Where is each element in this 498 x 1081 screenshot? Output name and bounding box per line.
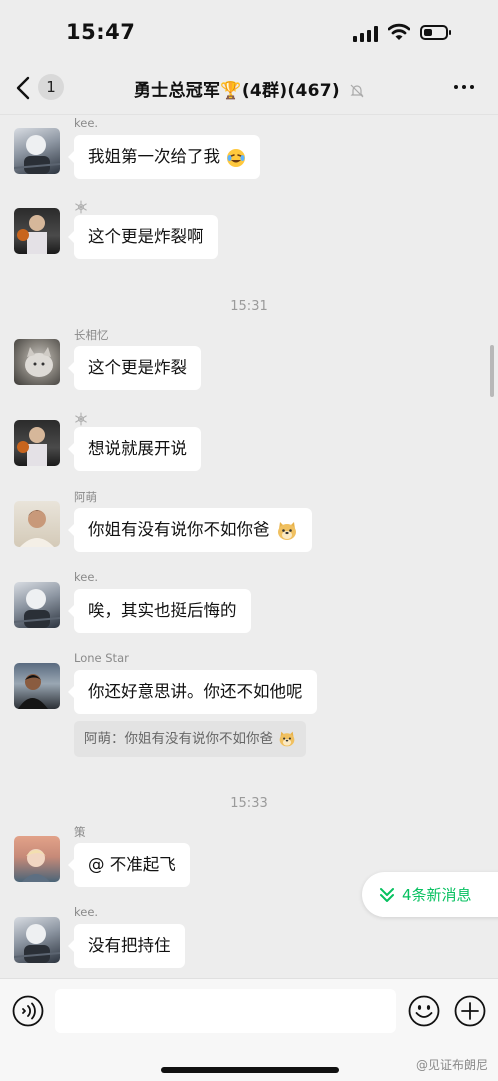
message-text: 你姐有没有说你不如你爸 <box>88 520 270 539</box>
message-bubble[interactable]: 这个更是炸裂 <box>68 346 201 390</box>
message-text: 唉，其实也挺后悔的 <box>88 601 237 620</box>
avatar-figure-icon <box>14 135 60 174</box>
scrollbar[interactable] <box>490 345 494 397</box>
chat-header: 1 勇士总冠军🏆(4群)(467) <box>0 64 498 115</box>
avatar-figure-icon <box>17 215 47 254</box>
message-text: 我姐第一次给了我 <box>88 147 220 166</box>
chat-title: 勇士总冠军🏆(4群)(467) <box>133 81 340 101</box>
avatar[interactable] <box>14 339 60 385</box>
sender-name: kee. <box>74 116 99 130</box>
mute-bell-icon <box>350 84 364 98</box>
avatar[interactable] <box>14 582 60 628</box>
crying-laughing-emoji <box>227 148 246 167</box>
voice-input-icon[interactable] <box>12 995 44 1027</box>
emoji-picker-icon[interactable] <box>408 995 440 1027</box>
message-text: 没有把持住 <box>88 936 171 955</box>
message-bubble[interactable]: 唉，其实也挺后悔的 <box>68 589 251 633</box>
avatar-figure-icon <box>22 849 50 882</box>
message-bubble[interactable]: 没有把持住 <box>68 924 185 968</box>
new-messages-label: 4条新消息 <box>402 886 472 904</box>
message-input[interactable] <box>55 989 396 1033</box>
sender-name: kee. <box>74 905 99 919</box>
message-text: 想说就展开说 <box>88 439 187 458</box>
message-text: 你还好意思讲。你还不如他呢 <box>88 682 303 701</box>
timestamp: 15:31 <box>230 299 268 314</box>
avatar[interactable] <box>14 128 60 174</box>
avatar-cat-icon <box>25 347 53 377</box>
chat-title-wrap: 勇士总冠军🏆(4群)(467) <box>0 76 498 101</box>
avatar-figure-icon <box>14 924 60 963</box>
sender-name: kee. <box>74 570 99 584</box>
cellular-signal-icon <box>353 26 379 42</box>
home-indicator <box>161 1067 339 1073</box>
more-options-icon[interactable] <box>454 83 478 91</box>
new-messages-button[interactable]: 4条新消息 <box>362 872 498 917</box>
sender-name: 阿萌 <box>74 490 97 504</box>
timestamp: 15:33 <box>230 796 268 811</box>
plus-icon[interactable] <box>454 995 486 1027</box>
avatar-figure-icon <box>20 510 54 547</box>
avatar[interactable] <box>14 663 60 709</box>
message-bubble[interactable]: @ 不准起飞 <box>68 843 190 887</box>
message-bubble[interactable]: 这个更是炸裂啊 <box>68 215 218 259</box>
quoted-message[interactable]: 阿萌：你姐有没有说你不如你爸 <box>74 721 307 757</box>
status-time: 15:47 <box>66 20 136 44</box>
avatar[interactable] <box>14 420 60 466</box>
doge-emoji <box>277 521 296 540</box>
message-text: @ 不准起飞 <box>88 855 176 874</box>
battery-icon <box>420 25 451 40</box>
watermark: @见证布朗尼 <box>416 1058 489 1072</box>
double-chevron-down-icon <box>380 888 394 902</box>
avatar[interactable] <box>14 501 60 547</box>
message-bubble[interactable]: 你姐有没有说你不如你爸 <box>68 508 312 552</box>
avatar-figure-icon <box>18 674 48 709</box>
avatar[interactable] <box>14 917 60 963</box>
quoted-text: 阿萌：你姐有没有说你不如你爸 <box>84 731 273 747</box>
snowflake-icon <box>75 412 87 426</box>
avatar-figure-icon <box>14 589 60 628</box>
doge-emoji <box>279 731 295 747</box>
sender-name: 策 <box>74 825 86 839</box>
message-bubble[interactable]: 想说就展开说 <box>68 427 201 471</box>
avatar[interactable] <box>14 836 60 882</box>
message-bubble[interactable]: 我姐第一次给了我 <box>67 135 261 179</box>
status-bar: 15:47 <box>0 0 498 64</box>
message-bubble[interactable]: 你还好意思讲。你还不如他呢 <box>68 670 317 714</box>
sender-name: 长相忆 <box>74 328 109 342</box>
avatar[interactable] <box>14 208 60 254</box>
wifi-icon <box>388 23 410 40</box>
avatar-figure-icon <box>17 427 47 466</box>
message-text: 这个更是炸裂 <box>88 358 187 377</box>
message-text: 这个更是炸裂啊 <box>88 227 204 246</box>
sender-name: Lone Star <box>74 651 129 665</box>
snowflake-icon <box>75 200 87 214</box>
